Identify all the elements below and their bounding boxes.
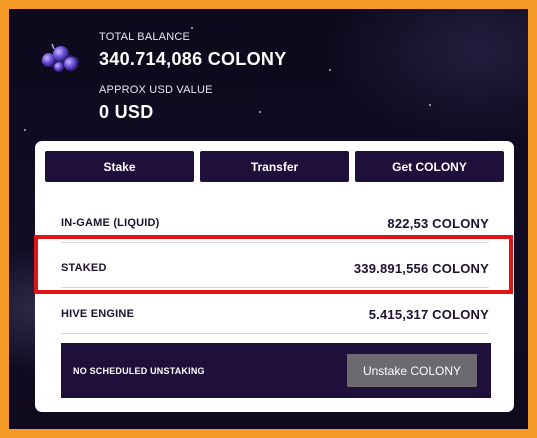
star-decoration (24, 129, 26, 131)
row-value: 822,53 COLONY (387, 215, 489, 231)
action-buttons: Stake Transfer Get COLONY (45, 151, 504, 182)
staked-row: STAKED 339.891,556 COLONY (61, 249, 489, 288)
row-value: 5.415,317 COLONY (368, 306, 489, 322)
star-decoration (191, 27, 193, 29)
unstake-panel: NO SCHEDULED UNSTAKING Unstake COLONY (61, 343, 491, 398)
star-decoration (329, 69, 331, 71)
transfer-button[interactable]: Transfer (200, 151, 349, 182)
wallet-panel: TOTAL BALANCE 340.714,086 COLONY APPROX … (9, 9, 528, 429)
hive-engine-row: HIVE ENGINE 5.415,317 COLONY (61, 295, 489, 334)
usd-value: 0 USD (99, 102, 154, 122)
balance-summary: TOTAL BALANCE 340.714,086 COLONY APPROX … (99, 31, 287, 123)
unstake-colony-button[interactable]: Unstake COLONY (347, 354, 477, 387)
row-label: HIVE ENGINE (61, 308, 135, 320)
stake-button[interactable]: Stake (45, 151, 194, 182)
total-balance-value: 340.714,086 COLONY (99, 49, 287, 69)
star-decoration (429, 104, 431, 106)
row-value: 339.891,556 COLONY (353, 260, 489, 276)
row-label: STAKED (61, 262, 107, 274)
usd-value-label: APPROX USD VALUE (99, 84, 213, 96)
row-label: IN-GAME (LIQUID) (61, 217, 160, 229)
total-balance-label: TOTAL BALANCE (99, 31, 191, 43)
unstaking-status: NO SCHEDULED UNSTAKING (73, 365, 205, 376)
colony-token-icon (41, 43, 79, 72)
balance-card: Stake Transfer Get COLONY IN-GAME (LIQUI… (34, 141, 514, 412)
get-colony-button[interactable]: Get COLONY (355, 151, 504, 182)
